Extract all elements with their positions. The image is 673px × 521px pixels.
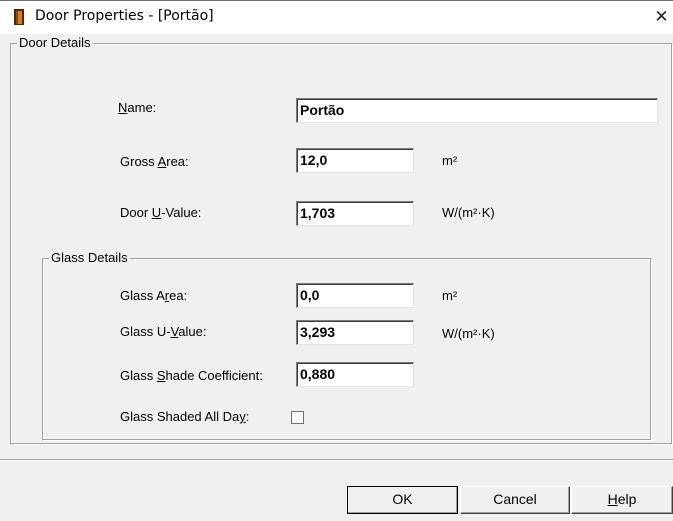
dialog-body: Door Details Name: Portão Gross Area: 12… — [0, 34, 673, 521]
close-icon: ✕ — [654, 7, 669, 27]
glass-area-input[interactable]: 0,0 — [296, 283, 414, 308]
gross-area-input[interactable]: 12,0 — [296, 148, 414, 173]
glass-shade-coefficient-input[interactable]: 0,880 — [296, 362, 414, 387]
glass-shaded-all-day-checkbox[interactable] — [291, 411, 304, 424]
glass-shaded-all-day-label: Glass Shaded All Day: — [120, 409, 250, 424]
door-u-value-label: Door U-Value: — [120, 205, 202, 220]
glass-u-value-label: Glass U-Value: — [120, 324, 207, 339]
glass-u-value-input[interactable]: 3,293 — [296, 320, 414, 345]
close-button[interactable]: ✕ — [650, 5, 673, 29]
help-button[interactable]: Help — [571, 486, 673, 514]
door-icon — [14, 9, 24, 25]
gross-area-label: Gross Area: — [120, 154, 189, 169]
door-u-value-unit: W/(m²·K) — [442, 205, 495, 220]
glass-details-legend: Glass Details — [49, 250, 130, 266]
glass-area-label: Glass Area: — [120, 288, 188, 303]
door-details-legend: Door Details — [17, 35, 93, 51]
name-input[interactable]: Portão — [296, 98, 658, 123]
name-label: Name: — [118, 100, 157, 115]
glass-shade-coefficient-label: Glass Shade Coefficient: — [120, 368, 263, 383]
window-title: Door Properties - [Portão] — [35, 8, 214, 24]
gross-area-unit: m² — [442, 153, 458, 168]
glass-area-unit: m² — [442, 288, 458, 303]
glass-u-value-unit: W/(m²·K) — [442, 326, 495, 341]
cancel-button[interactable]: Cancel — [460, 486, 570, 514]
door-properties-dialog: Door Properties - [Portão] ✕ Door Detail… — [0, 0, 673, 521]
ok-button[interactable]: OK — [347, 486, 458, 514]
footer-separator — [0, 459, 673, 461]
title-bar[interactable]: Door Properties - [Portão] ✕ — [0, 1, 673, 34]
door-u-value-input[interactable]: 1,703 — [296, 201, 414, 226]
